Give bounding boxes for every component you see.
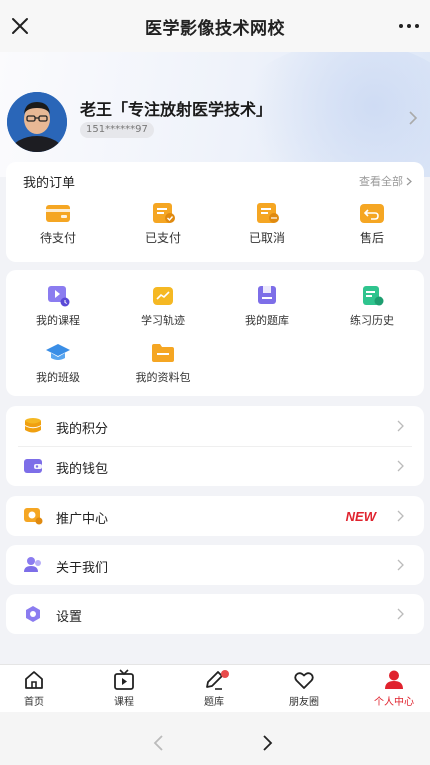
- tab-home[interactable]: 首页: [4, 669, 64, 708]
- chevron-right-icon: [397, 559, 404, 571]
- my-material-pack[interactable]: 我的资料包: [123, 342, 203, 385]
- chevron-right-icon: [397, 608, 404, 620]
- users-icon: [24, 557, 41, 572]
- my-points-row[interactable]: 我的积分: [6, 406, 424, 446]
- close-icon[interactable]: [10, 16, 30, 36]
- practice-history[interactable]: 练习历史: [332, 285, 412, 328]
- notification-dot: [221, 670, 229, 678]
- graduation-cap-icon: [46, 344, 70, 360]
- order-pending-payment[interactable]: 待支付: [18, 202, 98, 246]
- home-icon: [25, 671, 43, 689]
- order-after-sales[interactable]: 售后: [332, 202, 412, 246]
- about-card: 关于我们: [6, 545, 424, 585]
- title-bar: 医学影像技术网校: [0, 0, 430, 52]
- tv-play-icon: [114, 669, 134, 690]
- trend-icon: [153, 287, 173, 305]
- about-us-row[interactable]: 关于我们: [6, 545, 424, 585]
- cancelled-icon: [257, 203, 279, 223]
- new-badge: NEW: [345, 509, 376, 524]
- promotion-center-row[interactable]: 推广中心 NEW: [6, 496, 424, 536]
- tab-moments[interactable]: 朋友圈: [274, 669, 334, 708]
- page-title: 医学影像技术网校: [145, 18, 285, 39]
- order-cancelled[interactable]: 已取消: [227, 202, 307, 246]
- chevron-right-icon[interactable]: [408, 111, 418, 125]
- profile-name[interactable]: 老王「专注放射医学技术」: [80, 96, 272, 120]
- view-all-orders-link[interactable]: 查看全部: [359, 173, 412, 189]
- my-class[interactable]: 我的班级: [18, 342, 98, 385]
- chevron-right-icon: [397, 510, 404, 522]
- heart-icon: [294, 672, 314, 689]
- question-bank-icon: [258, 286, 276, 304]
- chevron-left-icon[interactable]: [152, 734, 164, 752]
- chevron-right-icon: [397, 460, 404, 472]
- coins-icon: [24, 418, 42, 433]
- wallet-icon: [46, 205, 70, 222]
- tab-question-bank[interactable]: 题库: [184, 669, 244, 708]
- settings-icon: [26, 606, 40, 622]
- tab-courses[interactable]: 课程: [94, 669, 154, 708]
- settings-row[interactable]: 设置: [6, 594, 424, 634]
- chevron-right-icon[interactable]: [262, 734, 274, 752]
- promotion-card: 推广中心 NEW: [6, 496, 424, 536]
- course-icon: [48, 286, 70, 307]
- person-icon: [385, 670, 403, 689]
- after-sales-icon: [360, 204, 384, 223]
- orders-card: 我的订单 查看全部 待支付 已支付 已取消 售后: [6, 162, 424, 262]
- orders-title: 我的订单: [23, 176, 76, 191]
- assets-card: 我的积分 我的钱包: [6, 406, 424, 486]
- folder-icon: [152, 344, 174, 362]
- wallet-icon: [24, 459, 42, 473]
- my-question-bank[interactable]: 我的题库: [227, 285, 307, 328]
- learning-track[interactable]: 学习轨迹: [123, 285, 203, 328]
- browser-nav-bar: [0, 712, 430, 765]
- promotion-icon: [24, 508, 43, 525]
- profile-phone: 151******97: [80, 122, 154, 138]
- settings-card: 设置: [6, 594, 424, 634]
- paid-icon: [153, 203, 175, 223]
- my-courses[interactable]: 我的课程: [18, 285, 98, 328]
- tab-profile[interactable]: 个人中心: [364, 669, 424, 708]
- chevron-right-icon: [406, 177, 412, 185]
- chevron-right-icon: [397, 420, 404, 432]
- avatar[interactable]: [7, 92, 67, 152]
- bottom-tab-bar: 首页 课程 题库 朋友圈 个人中心: [0, 664, 430, 712]
- tools-card: 我的课程 学习轨迹 我的题库 练习历史 我的班级 我的资料包: [6, 270, 424, 396]
- more-icon[interactable]: [398, 17, 420, 35]
- history-icon: [363, 286, 384, 306]
- my-wallet-row[interactable]: 我的钱包: [6, 446, 424, 486]
- order-paid[interactable]: 已支付: [123, 202, 203, 246]
